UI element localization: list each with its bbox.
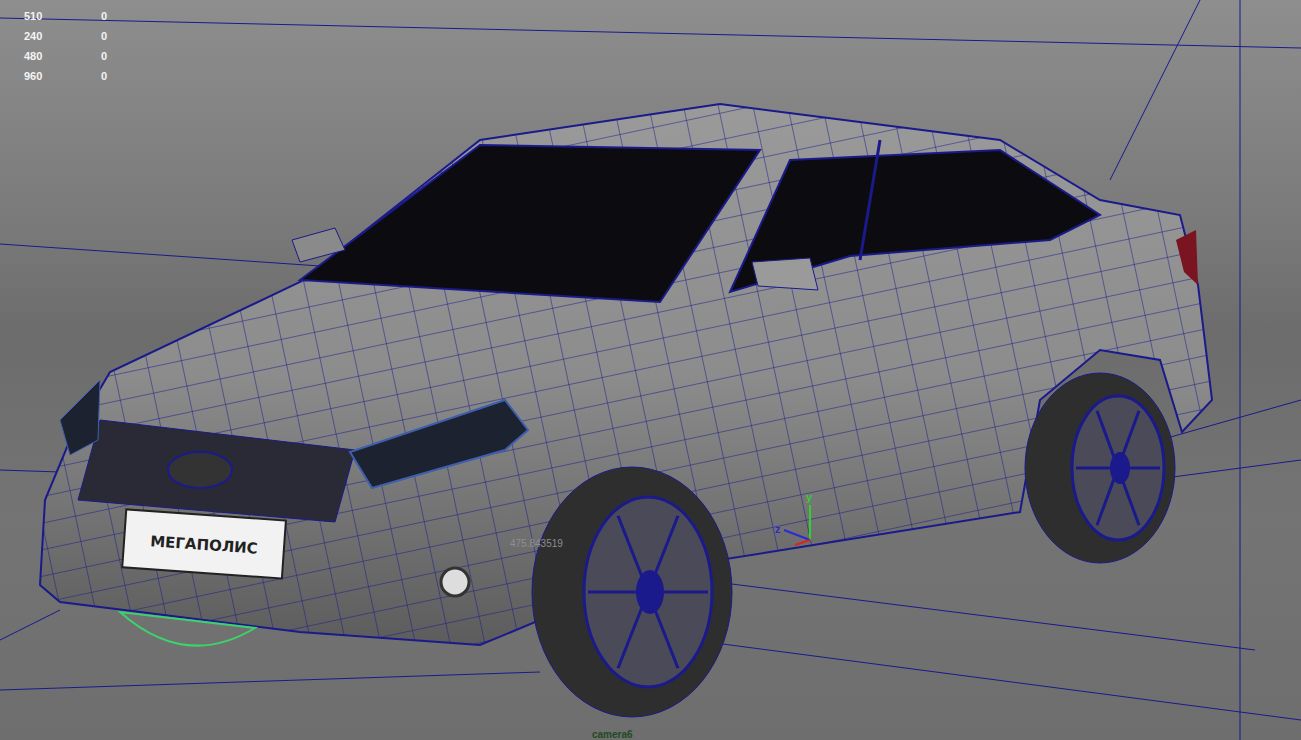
headlight (350, 400, 528, 488)
hud-readout: 510 0240 0480 0960 0 (24, 6, 121, 86)
hud-value: 0 (101, 70, 121, 82)
front-marker (120, 612, 255, 646)
hud-value: 0 (101, 30, 121, 42)
hud-label: 240 (24, 30, 101, 42)
mirror-left (292, 228, 345, 262)
hud-row: 510 0 (24, 6, 121, 26)
tail-light (1176, 230, 1198, 285)
logo-icon (168, 452, 232, 488)
viewport[interactable]: МЕГАПОЛИС475.843519yz 510 0240 0480 0960… (0, 0, 1301, 740)
svg-text:y: y (806, 491, 813, 503)
hud-value: 0 (101, 10, 121, 22)
svg-text:z: z (775, 523, 781, 535)
hud-label: 510 (24, 10, 101, 22)
hud-row: 240 0 (24, 26, 121, 46)
axis-gizmo: yz (775, 491, 813, 545)
front-wheel[interactable] (532, 467, 732, 717)
hud-label: 480 (24, 50, 101, 62)
plate-text: МЕГАПОЛИС (150, 532, 259, 557)
rear-wheel[interactable] (1025, 373, 1175, 563)
license-plate: МЕГАПОЛИС (122, 509, 286, 578)
scene-canvas[interactable]: МЕГАПОЛИС475.843519yz (0, 0, 1301, 740)
hud-label: 960 (24, 70, 101, 82)
headlight-left (60, 380, 100, 455)
mirror-right (752, 258, 818, 290)
distance-annotation: 475.843519 (510, 538, 563, 549)
side-windows (730, 150, 1100, 292)
windshield (300, 145, 760, 302)
fog-light (441, 568, 469, 596)
camera-label: camera6 (592, 729, 633, 740)
hud-value: 0 (101, 50, 121, 62)
hud-row: 960 0 (24, 66, 121, 86)
grille (78, 420, 355, 522)
hud-row: 480 0 (24, 46, 121, 66)
grid (0, 0, 1301, 740)
car-model[interactable]: МЕГАПОЛИС (40, 104, 1212, 717)
